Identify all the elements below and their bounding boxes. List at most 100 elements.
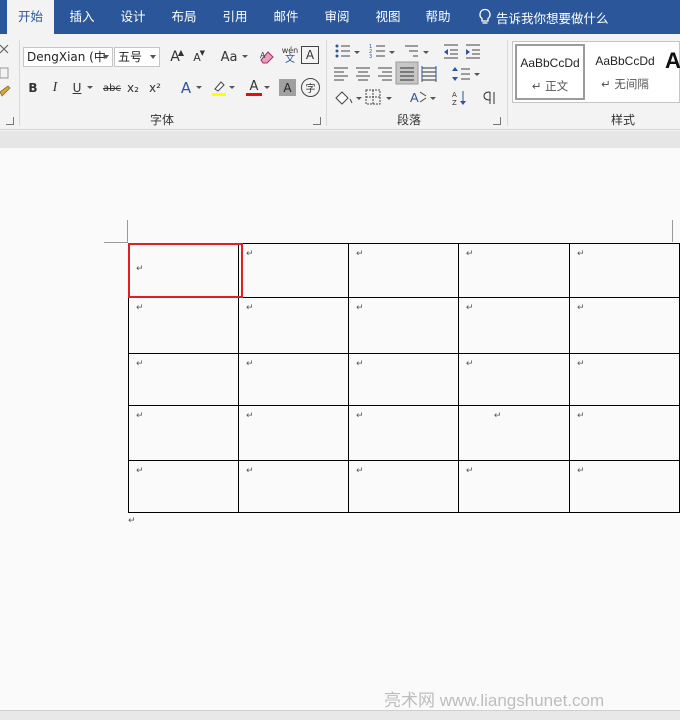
align-right-icon <box>378 67 392 81</box>
superscript-button[interactable]: x² <box>144 77 166 99</box>
font-color-button[interactable]: A <box>243 77 270 99</box>
table-cell[interactable]: ↵ <box>128 405 239 461</box>
tab-references[interactable]: 引用 <box>211 0 259 34</box>
strikethrough-button[interactable]: abc <box>101 77 123 99</box>
pinyin-bottom: 文 <box>285 54 295 65</box>
table-cell[interactable]: ↵ <box>237 353 349 406</box>
svg-text:Z: Z <box>452 99 457 106</box>
tab-view[interactable]: 视图 <box>364 0 412 34</box>
table-cell[interactable]: ↵ <box>457 243 571 298</box>
cell-end-mark: ↵ <box>136 303 144 313</box>
shrink-font-button[interactable]: A ▼ <box>186 46 208 68</box>
bold-icon: B <box>28 81 38 95</box>
cell-end-mark: ↵ <box>577 249 585 259</box>
style-no-spacing-name: ↵ 无间隔 <box>601 77 649 91</box>
distributed-icon <box>421 66 437 82</box>
table-cell[interactable]: ↵ <box>237 405 349 461</box>
multilevel-list-icon <box>405 45 429 57</box>
font-size-select[interactable]: 五号 <box>114 47 160 67</box>
tell-me-box[interactable]: 告诉我你想要做什么 <box>478 0 609 34</box>
style-heading-sample[interactable]: A <box>665 48 680 74</box>
cell-end-mark: ↵ <box>465 303 474 313</box>
watermark: 亮术网 www.liangshunet.com <box>384 691 605 710</box>
table-row: ↵ ↵ ↵ ↵ ↵ <box>128 405 680 461</box>
table-cell[interactable]: ↵ <box>128 353 239 406</box>
tab-mailings[interactable]: 邮件 <box>262 0 310 34</box>
paragraph-tools[interactable]: 1 2 3 A AZ <box>332 42 512 106</box>
bold-button[interactable]: B <box>22 77 44 99</box>
style-no-spacing[interactable]: AaBbCcDd ↵ 无间隔 <box>589 44 661 100</box>
table-cell[interactable]: ↵ <box>128 297 239 354</box>
font-color-swatch <box>246 93 262 96</box>
tab-review[interactable]: 审阅 <box>313 0 361 34</box>
chevron-down-icon <box>103 55 109 59</box>
cell-end-mark: ↵ <box>245 466 254 476</box>
table-cell[interactable]: ↵ <box>457 460 571 513</box>
tab-insert[interactable]: 插入 <box>58 0 106 34</box>
table-row: ↵ ↵ ↵ ↵ ↵ <box>128 460 680 513</box>
tab-home[interactable]: 开始 <box>7 0 54 34</box>
svg-text:A: A <box>452 91 457 99</box>
align-center-icon <box>356 67 370 81</box>
tab-help[interactable]: 帮助 <box>414 0 462 34</box>
highlighter-icon <box>212 81 226 96</box>
table-cell[interactable]: ↵ <box>569 297 680 354</box>
table-cell[interactable]: ↵ <box>347 405 459 461</box>
italic-button[interactable]: I <box>44 77 66 99</box>
numbering-icon: 1 2 3 <box>369 44 395 60</box>
phonetic-guide-button[interactable]: wén 文 <box>279 44 301 66</box>
style-normal[interactable]: AaBbCcDd ↵ 正文 <box>515 44 585 100</box>
underline-button[interactable]: U <box>66 77 93 99</box>
table-cell[interactable]: ↵ <box>457 405 571 461</box>
table-cell[interactable]: ↵ <box>569 460 680 513</box>
table-cell[interactable]: ↵ <box>237 460 349 513</box>
table-cell[interactable]: ↵ <box>347 460 459 513</box>
font-name-select[interactable]: DengXian (中 <box>23 47 113 67</box>
character-shading-icon: A <box>283 80 292 95</box>
table-cell[interactable]: ↵ <box>457 297 571 354</box>
grow-font-button[interactable]: A ▲ <box>164 46 186 68</box>
document-page[interactable]: ↵ ↵ ↵ ↵ ↵ ↵ ↵ ↵ ↵ ↵ ↵ ↵ ↵ ↵ ↵ ↵ ↵ ↵ ↵ ↵ ↵ ↵ ↵ ↵ ↵ ↵ 亮术网 www.lian… <box>0 148 680 710</box>
clipboard-dialog-launcher[interactable] <box>6 117 14 125</box>
tab-design[interactable]: 设计 <box>109 0 157 34</box>
table-cell[interactable]: ↵ <box>569 353 680 406</box>
table-cell[interactable]: ↵ <box>237 243 349 298</box>
character-shading-button[interactable]: A <box>279 79 296 96</box>
clear-formatting-button[interactable]: A <box>256 46 278 68</box>
clipboard-partial-icons[interactable] <box>0 40 12 102</box>
chevron-down-icon <box>196 86 202 89</box>
cell-end-mark: ↵ <box>355 466 364 476</box>
margin-mark <box>104 242 128 243</box>
table-cell[interactable]: ↵ <box>128 460 239 513</box>
table-cell[interactable]: ↵ <box>128 243 239 298</box>
highlight-color-button[interactable] <box>208 77 235 99</box>
table-cell[interactable]: ↵ <box>347 243 459 298</box>
text-effects-button[interactable]: A <box>175 77 202 99</box>
table-cell[interactable]: ↵ <box>457 353 571 406</box>
change-case-button[interactable]: Aa <box>215 46 248 68</box>
table-cell[interactable]: ↵ <box>237 297 349 354</box>
styles-gallery: AaBbCcDd ↵ 正文 AaBbCcDd ↵ 无间隔 A <box>512 41 680 103</box>
cell-end-mark: ↵ <box>245 411 254 421</box>
sort-icon: AZ <box>452 91 466 106</box>
strikethrough-icon: abc <box>103 82 121 94</box>
table-row: ↵ ↵ ↵ ↵ ↵ <box>128 353 680 406</box>
paragraph-dialog-launcher[interactable] <box>493 117 501 125</box>
cell-end-mark: ↵ <box>355 303 364 313</box>
chevron-down-icon <box>264 86 270 89</box>
font-dialog-launcher[interactable] <box>313 117 321 125</box>
tab-layout[interactable]: 布局 <box>160 0 208 34</box>
chevron-down-icon <box>242 55 248 58</box>
table-cell[interactable]: ↵ <box>569 405 680 461</box>
subscript-button[interactable]: x₂ <box>122 77 144 99</box>
table-cell[interactable]: ↵ <box>569 243 680 298</box>
enclose-characters-button[interactable]: 字 <box>301 78 320 97</box>
cell-end-mark: ↵ <box>465 359 474 369</box>
table-cell[interactable]: ↵ <box>347 353 459 406</box>
word-table[interactable]: ↵ ↵ ↵ ↵ ↵ ↵ ↵ ↵ ↵ ↵ ↵ ↵ ↵ ↵ ↵ ↵ ↵ ↵ ↵ ↵ ↵ ↵ ↵ ↵ ↵ <box>128 243 680 513</box>
group-separator <box>19 40 20 126</box>
character-border-button[interactable]: A <box>301 46 319 64</box>
margin-mark <box>672 220 673 242</box>
cell-end-mark: ↵ <box>136 264 144 274</box>
table-cell[interactable]: ↵ <box>347 297 459 354</box>
